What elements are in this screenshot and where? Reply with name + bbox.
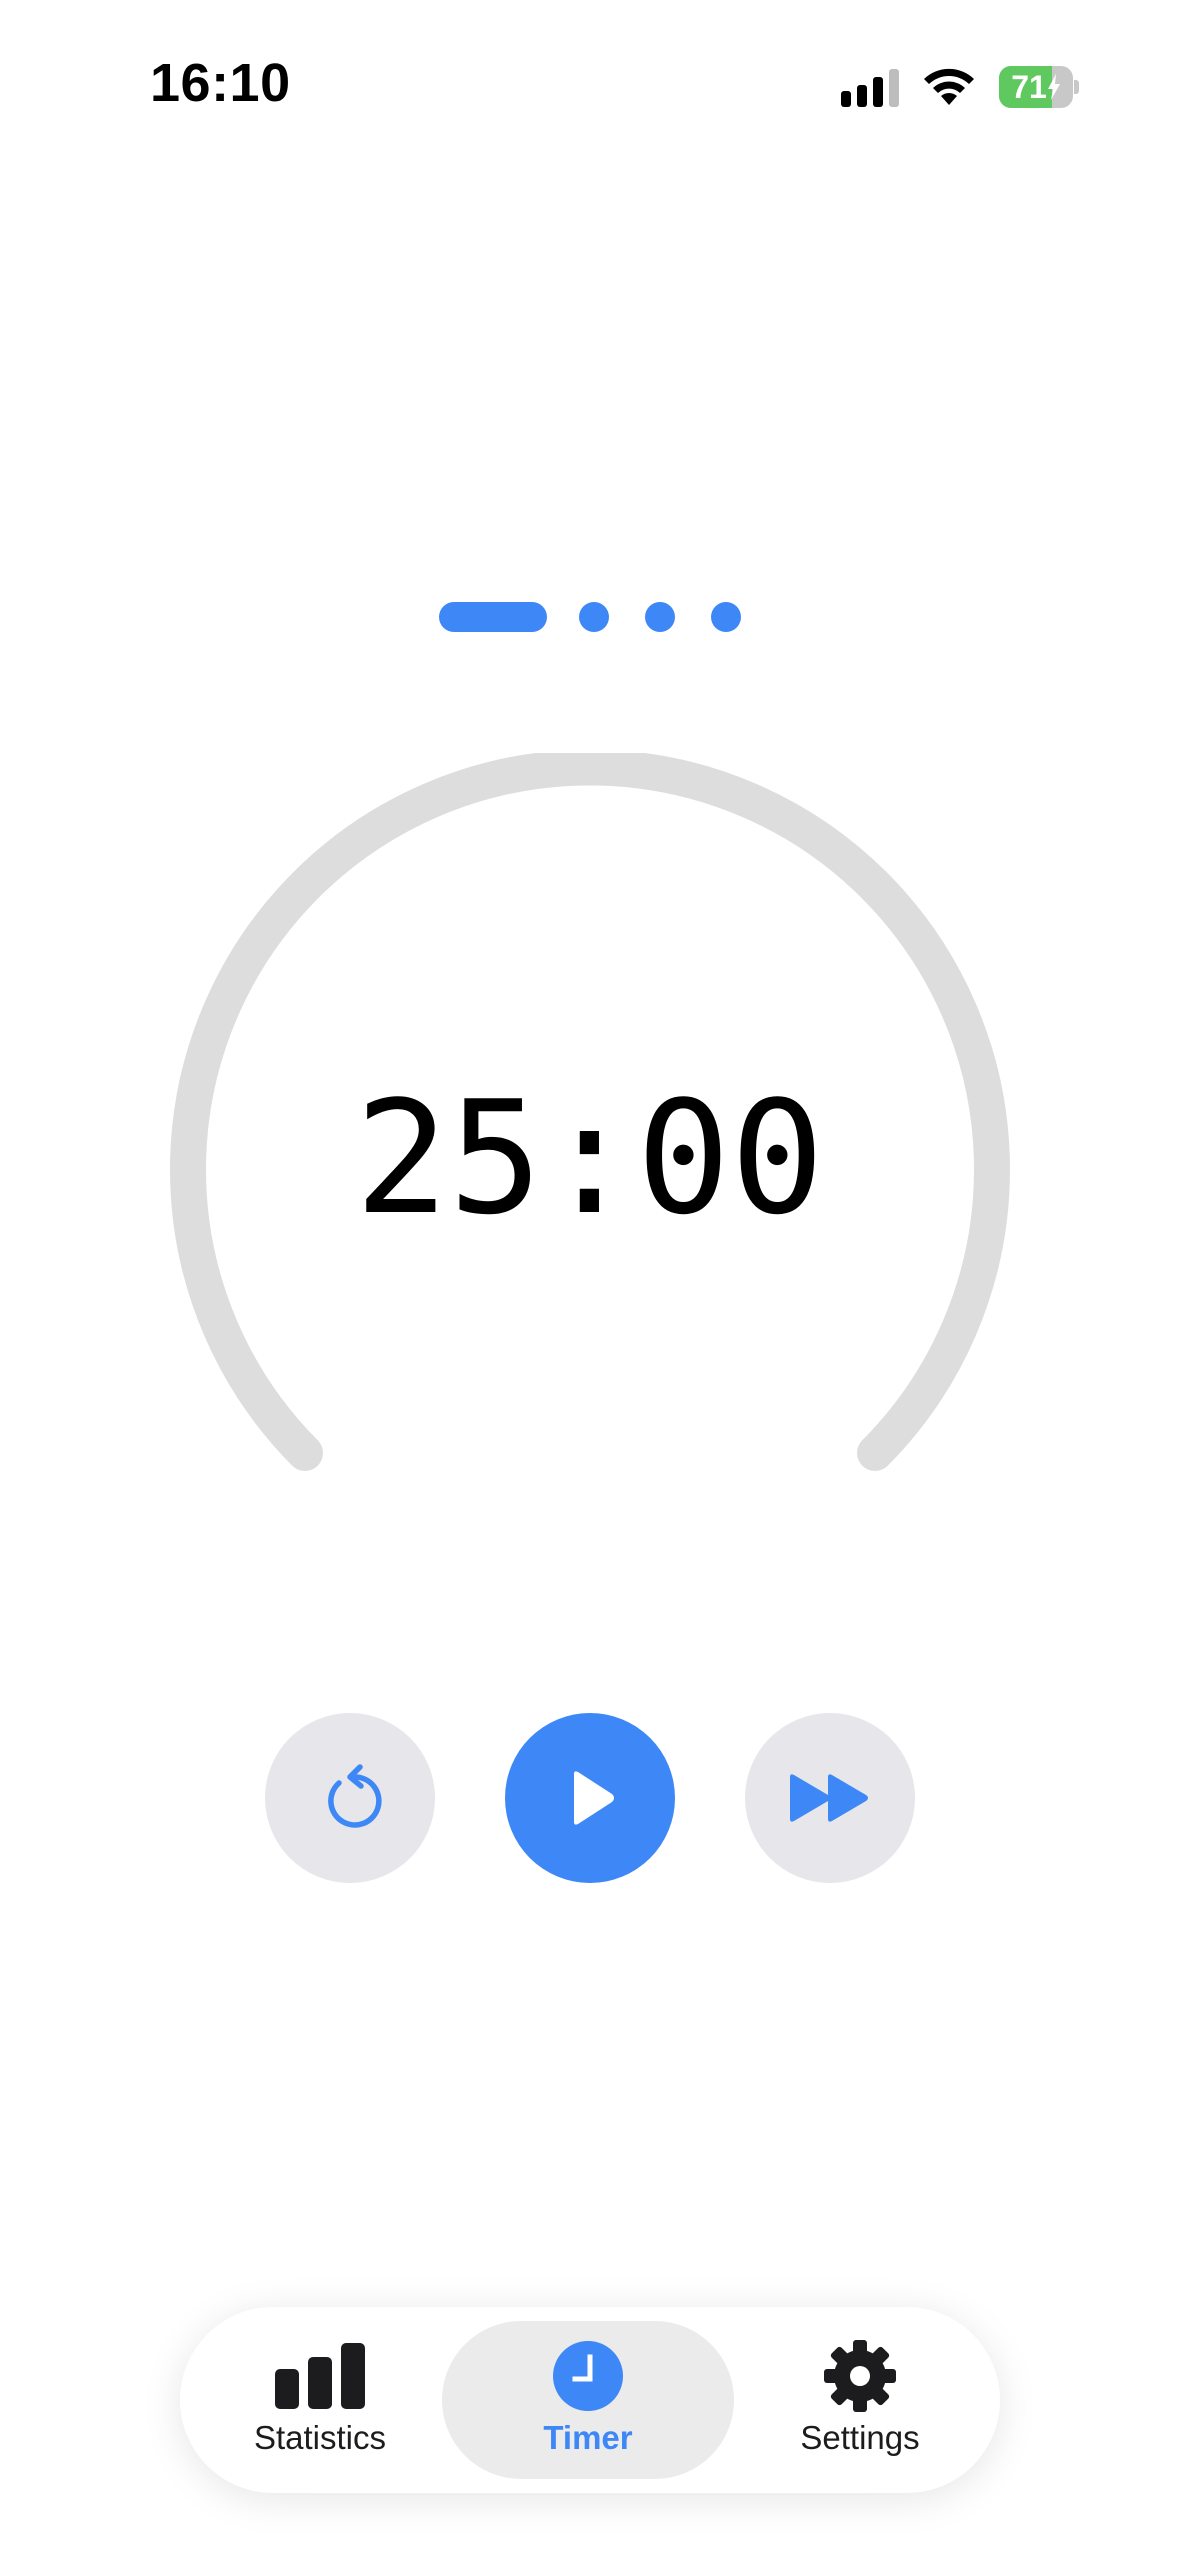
cellular-signal-icon bbox=[841, 67, 899, 107]
play-button[interactable] bbox=[505, 1713, 675, 1883]
screen: 16:10 71 25:00 Statistics Timer Settings bbox=[0, 0, 1179, 2556]
clock-icon bbox=[553, 2341, 623, 2411]
page-indicator-dot[interactable] bbox=[578, 602, 609, 632]
tab-settings-label: Settings bbox=[800, 2419, 920, 2456]
play-icon bbox=[574, 1771, 614, 1825]
status-icons: 71 bbox=[841, 62, 1079, 112]
tab-settings[interactable]: Settings bbox=[740, 2321, 980, 2479]
tab-timer-label: Timer bbox=[543, 2419, 633, 2456]
gear-icon bbox=[824, 2340, 896, 2412]
wifi-icon bbox=[924, 68, 974, 105]
timer-display: 25:00 bbox=[354, 1067, 825, 1249]
timer-controls bbox=[0, 1713, 1179, 1883]
reset-button[interactable] bbox=[265, 1713, 435, 1883]
bar-chart-icon bbox=[275, 2343, 365, 2409]
page-indicator-dot[interactable] bbox=[644, 602, 675, 632]
page-indicator-active[interactable] bbox=[438, 602, 547, 632]
page-indicator bbox=[0, 602, 1179, 632]
tab-statistics[interactable]: Statistics bbox=[200, 2321, 440, 2479]
tab-bar: Statistics Timer Settings bbox=[180, 2307, 1000, 2493]
skip-button[interactable] bbox=[745, 1713, 915, 1883]
battery-level: 71 bbox=[1011, 68, 1047, 105]
page-indicator-dot[interactable] bbox=[710, 602, 741, 632]
status-time: 16:10 bbox=[150, 53, 291, 113]
battery-icon: 71 bbox=[999, 66, 1079, 108]
fast-forward-icon bbox=[790, 1774, 868, 1822]
reset-icon bbox=[328, 1764, 382, 1828]
tab-statistics-label: Statistics bbox=[253, 2419, 387, 2456]
tab-timer[interactable]: Timer bbox=[442, 2321, 734, 2479]
charging-bolt-icon bbox=[1047, 74, 1060, 100]
